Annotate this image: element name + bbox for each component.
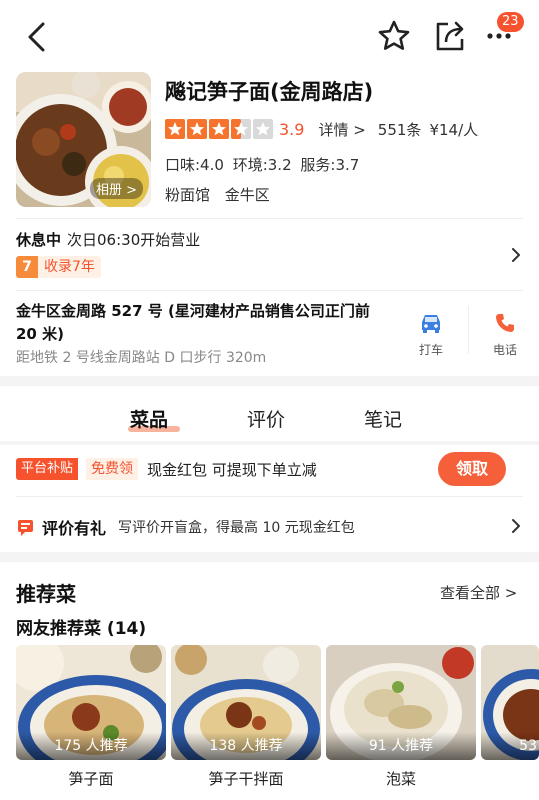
- divider: [16, 218, 523, 219]
- review-count[interactable]: 551条: [378, 119, 422, 140]
- dish-name: 泡菜: [385, 770, 416, 788]
- recommend-count: 175 人推荐: [16, 732, 166, 760]
- phone-label: 电话: [492, 343, 517, 357]
- years-number: 7: [16, 256, 38, 278]
- notification-badge: 23: [497, 12, 524, 32]
- dish-card[interactable]: 91 人推荐: [326, 645, 476, 760]
- star-rating: [165, 119, 273, 139]
- user-recommended-subtitle: 网友推荐菜 (14): [16, 619, 147, 639]
- shop-name: 飚记笋子面(金周路店): [165, 80, 374, 104]
- shop-tags: 粉面馆 金牛区: [165, 184, 280, 205]
- shop-cover-photo[interactable]: 相册 >: [16, 72, 151, 207]
- platform-subsidy-tag: 平台补贴: [16, 458, 79, 480]
- car-icon: [422, 315, 440, 333]
- review-gift-row[interactable]: 评价有礼 写评价开盲盒，得最高 10 元现金红包: [16, 515, 355, 539]
- gift-flag-icon: [18, 520, 33, 536]
- dish-card[interactable]: 138 人推荐: [171, 645, 321, 760]
- rating-score: 3.9: [279, 119, 305, 139]
- star-empty-icon: [253, 119, 273, 139]
- category-tag[interactable]: 粉面馆: [165, 186, 210, 204]
- section-gap: [0, 376, 539, 386]
- recommend-count: 53: [481, 732, 539, 760]
- claim-button[interactable]: 领取: [438, 452, 506, 486]
- star-full-icon: [209, 119, 229, 139]
- star-full-icon: [165, 119, 185, 139]
- rating-row: 3.9 详情 > 551条 ¥14/人: [165, 118, 478, 140]
- phone-icon: [496, 314, 514, 332]
- recommend-count: 91 人推荐: [326, 732, 476, 760]
- taste-score: 口味:4.0: [165, 156, 224, 174]
- vertical-divider: [468, 306, 469, 354]
- subway-distance: 距地铁 2 号线金周路站 D 口步行 320m: [16, 350, 267, 366]
- tab-reviews[interactable]: 评价: [247, 405, 285, 432]
- dish-card[interactable]: 175 人推荐: [16, 645, 166, 760]
- business-hours[interactable]: 休息中 次日06:30开始营业: [16, 229, 200, 250]
- star-full-icon: [187, 119, 207, 139]
- divider: [16, 290, 523, 291]
- district-tag[interactable]: 金牛区: [225, 186, 270, 204]
- environment-score: 环境:3.2: [232, 156, 292, 174]
- phone-button[interactable]: 电话: [488, 312, 522, 358]
- taxi-button[interactable]: 打车: [414, 312, 448, 358]
- dish-name: 笋子干拌面: [208, 770, 284, 788]
- album-button[interactable]: 相册 >: [89, 178, 143, 199]
- recommend-count: 138 人推荐: [171, 732, 321, 760]
- tab-dishes[interactable]: 菜品: [130, 405, 168, 432]
- star-half-icon: [231, 119, 251, 139]
- years-label: 收录7年: [38, 256, 101, 278]
- favorite-star-icon[interactable]: [376, 18, 412, 54]
- listed-years-tag: 7 收录7年: [16, 256, 101, 278]
- dish-card[interactable]: 53: [481, 645, 539, 760]
- taxi-label: 打车: [418, 343, 443, 357]
- section-gap: [0, 552, 539, 562]
- free-claim-tag: 免费领: [86, 458, 138, 480]
- divider: [16, 496, 523, 497]
- review-gift-desc: 写评价开盲盒，得最高 10 元现金红包: [118, 520, 355, 536]
- review-gift-title: 评价有礼: [42, 519, 107, 538]
- chevron-right-icon[interactable]: [510, 247, 522, 263]
- average-price: ¥14/人: [429, 120, 479, 139]
- section-gap: [0, 441, 539, 445]
- service-score: 服务:3.7: [300, 156, 360, 174]
- details-link[interactable]: 详情 >: [318, 119, 365, 140]
- next-open-time: 次日06:30开始营业: [67, 231, 201, 249]
- back-arrow-icon[interactable]: [22, 20, 52, 54]
- chevron-right-icon[interactable]: [510, 518, 522, 534]
- tab-notes[interactable]: 笔记: [364, 405, 402, 432]
- recommended-title: 推荐菜: [16, 582, 76, 606]
- open-status: 休息中: [16, 231, 62, 249]
- top-bar: 23: [0, 0, 539, 68]
- see-all-link[interactable]: 查看全部 >: [440, 582, 517, 603]
- share-icon[interactable]: [432, 18, 468, 54]
- promo-text: 现金红包 可提现下单立减: [147, 461, 317, 479]
- dish-name: 笋子面: [68, 770, 114, 788]
- address-text[interactable]: 金牛区金周路 527 号 (星河建材产品销售公司正门前 20 米): [16, 300, 388, 346]
- sub-scores: 口味:4.0 环境:3.2 服务:3.7: [165, 154, 363, 175]
